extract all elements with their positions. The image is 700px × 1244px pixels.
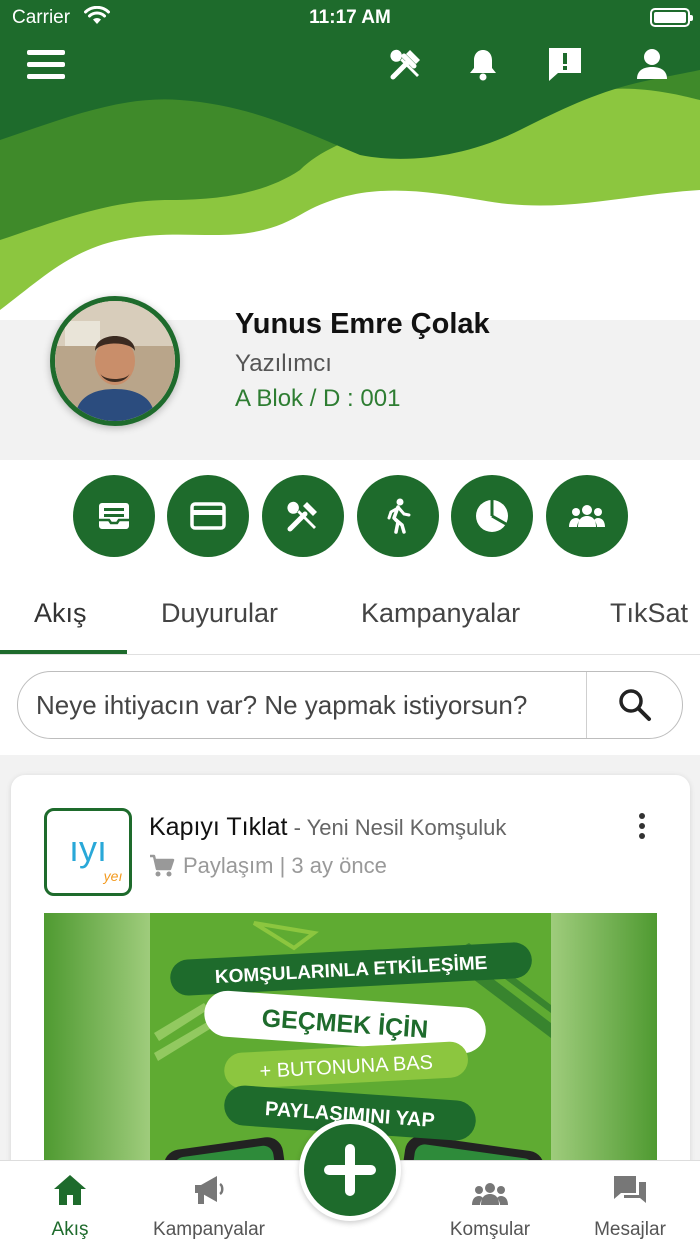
chat-icon (614, 1176, 646, 1203)
nav-kampanyalar[interactable]: Kampanyalar (139, 1161, 279, 1244)
menu-button[interactable] (24, 42, 68, 86)
user-name: Yunus Emre Çolak (235, 308, 490, 340)
nav-akis[interactable]: Akış (20, 1161, 120, 1244)
quick-action-services[interactable] (262, 475, 344, 557)
neighbors-icon (472, 1183, 508, 1205)
group-icon (569, 505, 605, 527)
avatar[interactable] (50, 296, 180, 426)
nav-label-akis: Akış (51, 1219, 89, 1240)
user-role: Yazılımcı (235, 350, 332, 377)
tools-icon (287, 501, 317, 532)
avatar-photo (55, 301, 175, 421)
tab-kampanyalar[interactable]: Kampanyalar (361, 598, 520, 629)
tools-icon (390, 49, 420, 80)
logo-text: ıyı (69, 828, 107, 869)
search-input[interactable] (36, 672, 596, 738)
search-divider (586, 672, 587, 738)
post-header: Kapıyı Tıklat - Yeni Nesil Komşuluk (149, 813, 506, 842)
feedback-icon (549, 48, 581, 81)
card-icon (190, 502, 226, 530)
tab-akis[interactable]: Akış (34, 598, 87, 629)
search-section (0, 655, 700, 755)
post-subtitle: Yeni Nesil Komşuluk (306, 815, 507, 840)
active-tab-indicator (0, 650, 127, 654)
pie-chart-icon (476, 500, 508, 532)
profile-section: Yunus Emre Çolak Yazılımcı A Blok / D : … (0, 280, 700, 460)
post-meta: Paylaşım | 3 ay önce (149, 853, 387, 879)
tab-duyurular[interactable]: Duyurular (161, 598, 278, 629)
battery-icon (650, 8, 693, 27)
services-button[interactable] (384, 42, 428, 86)
menu-icon (27, 50, 65, 79)
quick-action-reports[interactable] (451, 475, 533, 557)
header-wave-background (0, 0, 700, 320)
notifications-button[interactable] (461, 42, 505, 86)
search-button[interactable] (588, 672, 682, 738)
quick-actions (0, 460, 700, 580)
quick-action-inbox[interactable] (73, 475, 155, 557)
nav-komsular[interactable]: Komşular (430, 1161, 550, 1244)
inbox-icon (99, 503, 129, 529)
user-icon (637, 49, 667, 79)
quick-action-neighbors[interactable] (546, 475, 628, 557)
post-title-separator: - (287, 815, 307, 840)
nav-mesajlar[interactable]: Mesajlar (575, 1161, 685, 1244)
profile-header: Carrier 11:17 AM (0, 0, 700, 320)
user-unit: A Blok / D : 001 (235, 385, 401, 412)
feedback-button[interactable] (543, 42, 587, 86)
nav-label-mesajlar: Mesajlar (594, 1219, 666, 1240)
more-vertical-icon (639, 813, 645, 839)
megaphone-icon (195, 1176, 224, 1204)
quick-action-payment[interactable] (167, 475, 249, 557)
search-bar (17, 671, 683, 739)
nav-label-komsular: Komşular (449, 1219, 531, 1240)
feed-tabs: Akış Duyurular Kampanyalar TıkSat (0, 580, 700, 655)
cart-icon (150, 854, 175, 877)
profile-button[interactable] (630, 42, 674, 86)
post-more-button[interactable] (630, 811, 654, 845)
status-bar: Carrier 11:17 AM (0, 0, 700, 36)
post-author-logo[interactable]: ıyı yeı (44, 808, 132, 896)
add-post-button[interactable] (299, 1119, 401, 1221)
bell-icon (470, 50, 496, 81)
search-icon (619, 689, 651, 721)
nav-label-kampanyalar: Kampanyalar (153, 1219, 265, 1240)
walk-icon (387, 498, 411, 534)
logo-subtext: yeı (103, 868, 123, 884)
home-icon (54, 1175, 86, 1205)
status-time: 11:17 AM (309, 7, 391, 28)
post-author[interactable]: Kapıyı Tıklat (149, 813, 288, 841)
tab-tiksat[interactable]: TıkSat (610, 598, 688, 629)
post-meta-text: Paylaşım | 3 ay önce (183, 853, 387, 878)
quick-action-visitors[interactable] (357, 475, 439, 557)
plus-icon (324, 1144, 376, 1196)
